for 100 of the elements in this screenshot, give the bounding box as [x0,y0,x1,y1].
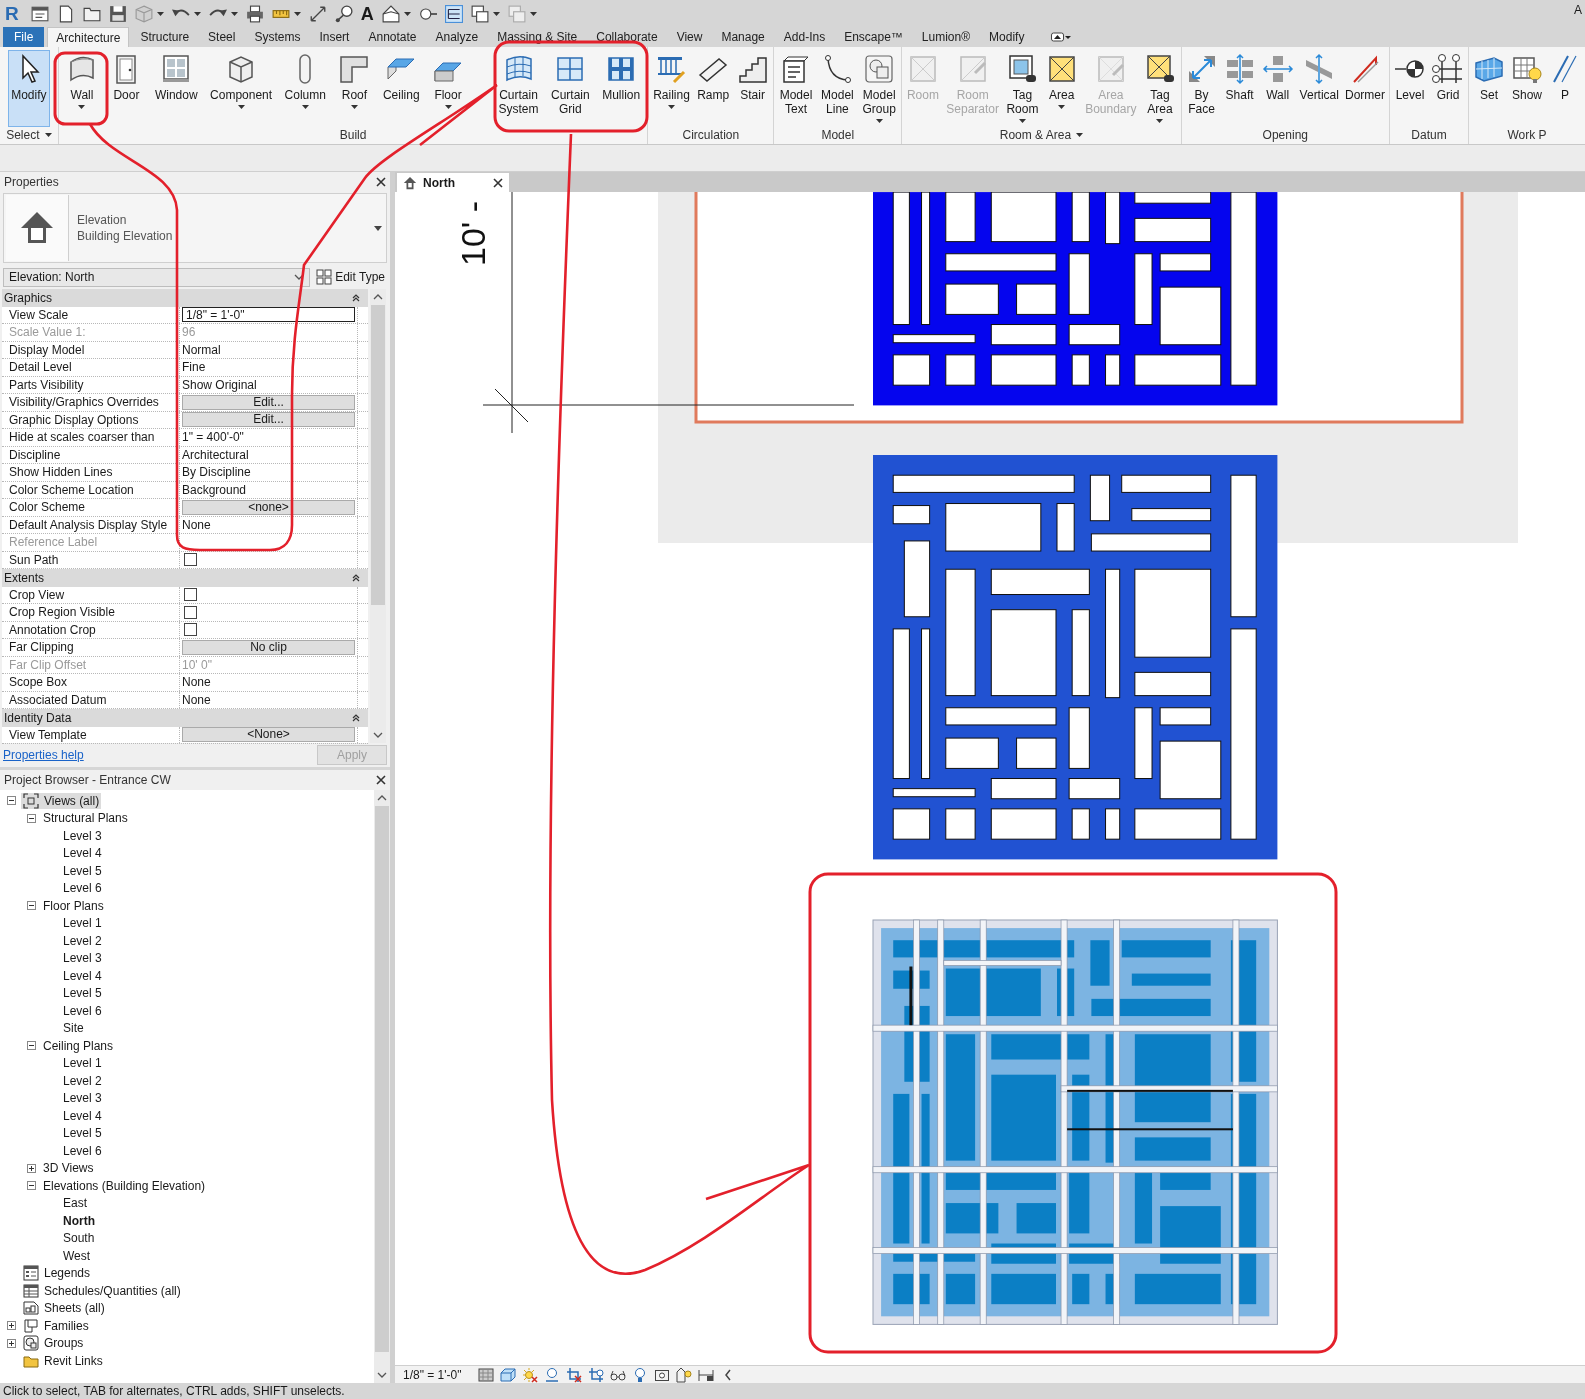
ribbon-button[interactable]: Model Line [818,50,857,119]
chevron-left-icon[interactable] [723,1368,732,1381]
scroll-down-icon[interactable] [377,1372,387,1378]
house-bulb-icon[interactable] [675,1366,692,1383]
scroll-up-icon[interactable] [373,294,383,300]
scroll-down-icon[interactable] [373,732,383,738]
ribbon-button[interactable]: Curtain Grid [548,50,593,119]
expand-icon[interactable] [6,1321,16,1331]
scroll-up-icon[interactable] [377,795,387,801]
tree-item[interactable]: Elevations (Building Elevation) [41,1177,208,1194]
collapse-icon[interactable] [6,796,16,806]
ribbon-button[interactable]: Grid [1429,50,1467,105]
ribbon-tab[interactable]: Lumion® [913,27,979,47]
ribbon-button[interactable]: Curtain System [495,50,542,119]
ribbon-tab[interactable]: Systems [246,27,309,47]
ribbon-button[interactable]: Model Text [776,50,816,119]
panel-label[interactable]: Room & Area [999,128,1084,142]
ribbon-button[interactable]: Wall [1258,50,1297,105]
close-icon[interactable] [493,177,503,188]
ribbon-button[interactable]: Wall [63,50,101,112]
tree-item[interactable]: Structural Plans [41,810,130,827]
property-button[interactable]: <none> [182,499,355,515]
tree-item[interactable]: Ceiling Plans [41,1037,116,1054]
text-tool-button[interactable]: A [360,3,374,24]
shadows-icon[interactable] [543,1366,560,1383]
tree-item[interactable]: South [61,1230,97,1247]
caret-icon[interactable] [293,11,301,16]
tree-item[interactable]: Level 3 [61,827,104,844]
ribbon-tab[interactable]: View [668,27,711,47]
instance-dropdown[interactable]: Elevation: North [3,267,311,287]
checkbox[interactable] [184,588,197,602]
ribbon-tab[interactable]: Collaborate [588,27,666,47]
tree-item[interactable]: Level 5 [61,985,104,1002]
crop-off-icon[interactable] [565,1366,582,1383]
ribbon-button[interactable]: Mullion [599,50,644,105]
help-link[interactable]: Properties help [3,748,84,762]
ribbon-button[interactable]: Column [281,50,329,112]
tree-item[interactable]: Level 5 [61,1125,104,1142]
ribbon-tab[interactable]: Steel [200,27,244,47]
expand-icon[interactable] [26,1163,36,1173]
property-group-header[interactable]: Extents [2,569,368,587]
callout-tag-icon[interactable] [334,4,353,23]
ribbon-button[interactable]: Ramp [694,50,733,105]
close-icon[interactable] [376,177,386,187]
window-list-icon[interactable] [30,4,49,23]
visual-style-icon[interactable] [499,1366,516,1383]
panel-toggle-icon[interactable] [1051,32,1072,42]
ribbon-button[interactable]: Vertical [1296,50,1342,105]
save-icon[interactable] [108,4,127,23]
thin-lines-icon[interactable] [444,4,463,23]
tree-item[interactable]: Revit Links [21,1352,105,1369]
tree-item[interactable]: Level 3 [61,1090,104,1107]
ribbon-button[interactable]: Show [1508,50,1546,105]
ribbon-button[interactable]: Component [207,50,276,112]
caret-icon[interactable] [156,11,164,16]
ribbon-tab[interactable]: Annotate [360,27,425,47]
sun-off-icon[interactable] [521,1366,538,1383]
document-tab[interactable]: North [397,173,509,192]
scrollbar-thumb[interactable] [371,305,385,605]
switch-windows-icon[interactable] [470,4,489,23]
ribbon-button[interactable]: Door [107,50,146,105]
ribbon-tab[interactable]: Modify [981,27,1033,47]
tree-item[interactable]: Floor Plans [41,897,106,914]
scrollbar-thumb[interactable] [375,806,389,1352]
tree-item[interactable]: Level 2 [61,932,104,949]
ribbon-button[interactable]: Set [1470,50,1508,105]
ribbon-button[interactable]: Modify [8,50,50,127]
property-button[interactable]: Edit... [182,412,355,428]
scrollbar[interactable] [374,790,390,1383]
crop-region-icon[interactable] [587,1366,604,1383]
tree-item[interactable]: Level 4 [61,967,104,984]
ribbon-button[interactable]: Ceiling [379,50,423,105]
tree-item[interactable]: Level 4 [61,845,104,862]
ribbon-tab[interactable]: Structure [132,27,198,47]
type-selector[interactable]: Elevation Building Elevation [3,193,387,263]
tree-item[interactable]: Level 4 [61,1107,104,1124]
tree-item[interactable]: Families [21,1317,91,1334]
collapse-icon[interactable] [26,813,36,823]
expand-icon[interactable] [6,1338,16,1348]
checkbox[interactable] [184,623,197,637]
tree-item[interactable]: East [61,1195,89,1212]
ribbon-button[interactable]: Railing [650,50,693,112]
ribbon-button[interactable]: Area [1042,50,1081,112]
tree-item[interactable]: Level 6 [61,1002,104,1019]
print-icon[interactable] [245,4,264,23]
ribbon-button[interactable]: P [1546,50,1584,105]
ribbon-tab[interactable]: Massing & Site [489,27,586,47]
tree-item[interactable]: North [61,1212,97,1229]
ribbon-button[interactable]: Window [151,50,201,105]
ribbon-tab[interactable]: Architecture [47,27,130,47]
ribbon-button[interactable]: Level [1391,50,1429,105]
ribbon-button[interactable]: Tag Room [1003,50,1042,126]
caret-icon[interactable] [403,11,411,16]
ribbon-tab[interactable]: Manage [713,27,773,47]
tree-item[interactable]: Schedules/Quantities (all) [21,1282,183,1299]
ribbon-button[interactable]: Stair [733,50,772,105]
ribbon-button[interactable]: Roof [335,50,374,112]
tree-item[interactable]: Level 6 [61,1142,104,1159]
collapse-icon[interactable] [26,901,36,911]
ribbon-tab[interactable]: Add-Ins [775,27,834,47]
